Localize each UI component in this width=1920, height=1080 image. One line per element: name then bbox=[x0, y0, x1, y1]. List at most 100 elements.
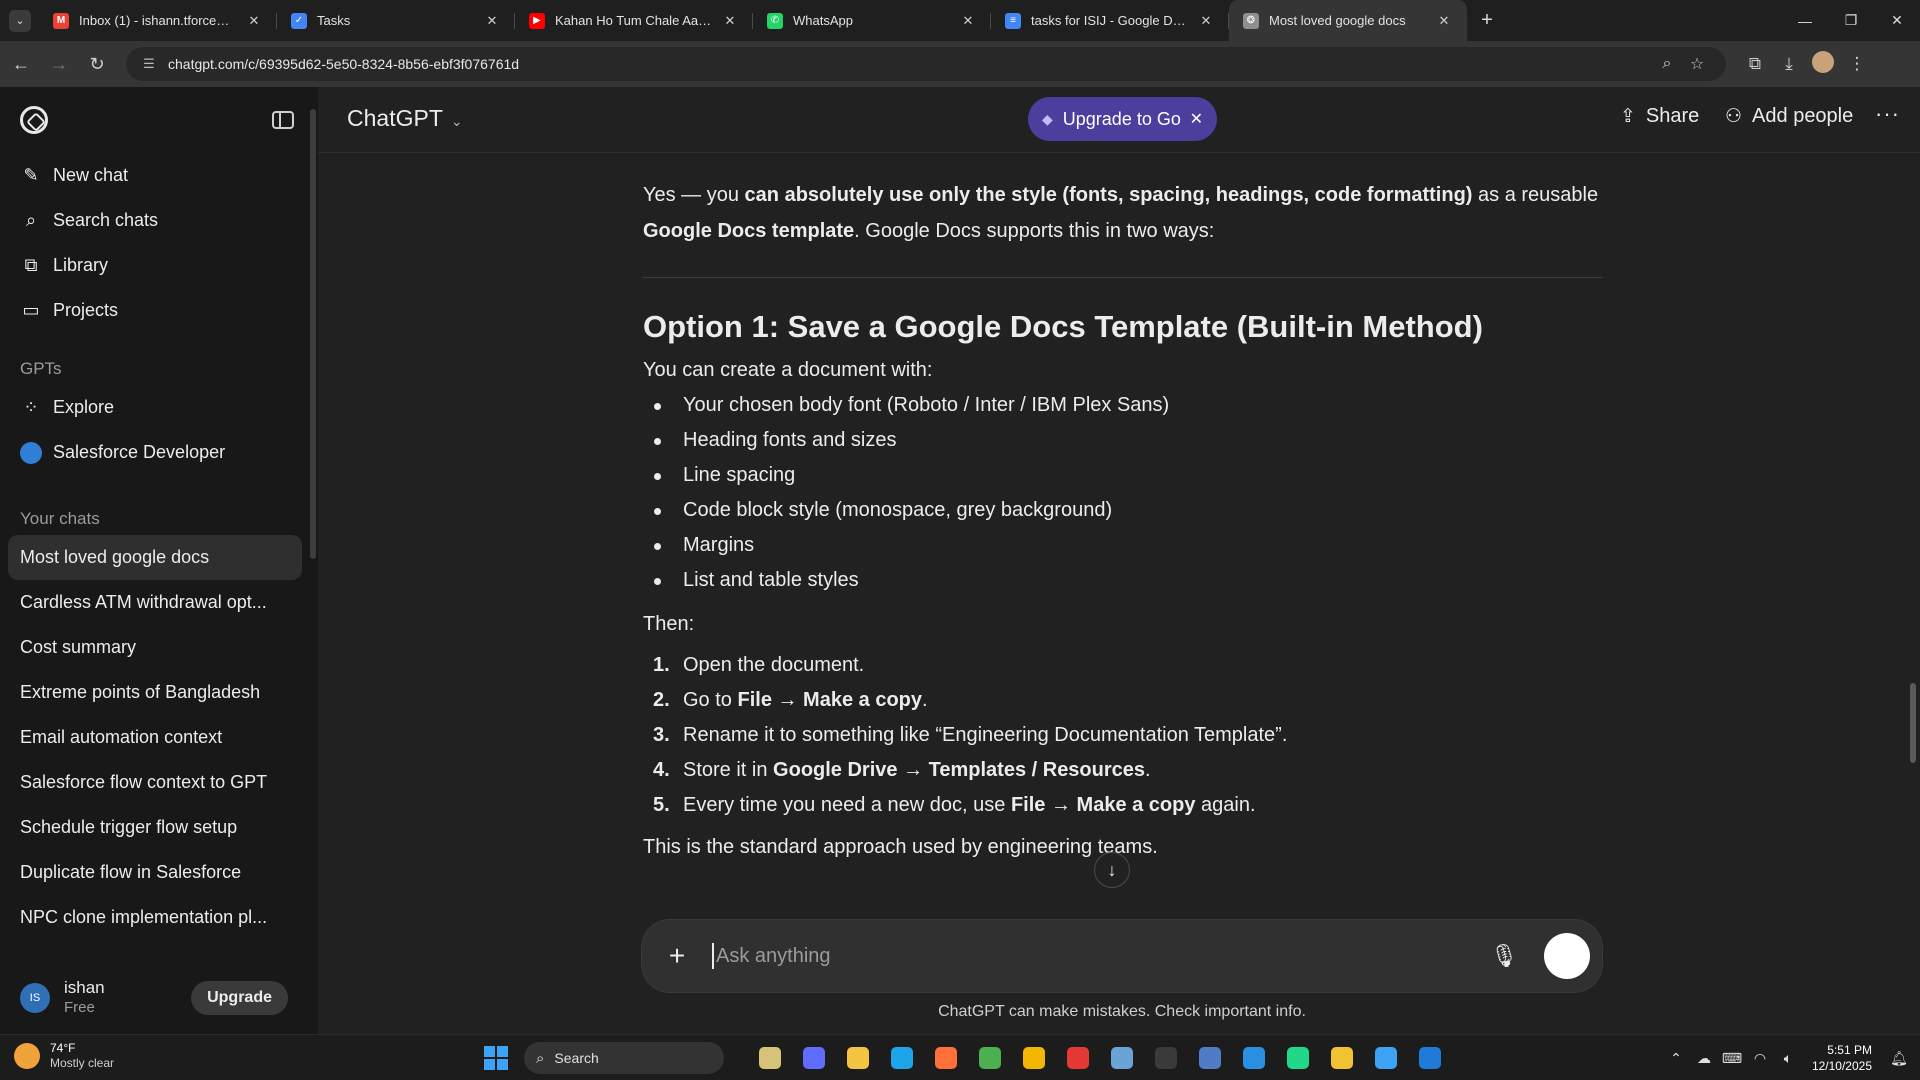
sidebar-item-label: New chat bbox=[53, 165, 129, 185]
wifi-icon[interactable]: ◠ bbox=[1746, 1050, 1774, 1067]
bookmark-star-icon[interactable]: ☆ bbox=[1682, 54, 1712, 74]
chat-history-item[interactable]: Email automation context bbox=[0, 715, 318, 760]
site-info-icon[interactable]: ☰ bbox=[140, 55, 158, 73]
clock-date: 12/10/2025 bbox=[1811, 1059, 1872, 1073]
windows-taskbar: 74°F Mostly clear ⌕ Search ⌃ ☁ ⌨ ◠ 🔈︎ 5:5… bbox=[0, 1034, 1920, 1080]
address-bar[interactable]: ☰ chatgpt.com/c/69395d62-5e50-8324-8b56-… bbox=[126, 47, 1726, 81]
chat-history-item[interactable]: NPC clone implementation pl... bbox=[0, 895, 318, 940]
tab-search-button[interactable]: ⌄ bbox=[9, 9, 31, 32]
sidebar-item-new-chat[interactable]: ✎ New chat bbox=[0, 153, 318, 198]
taskbar-search[interactable]: ⌕ Search bbox=[524, 1042, 724, 1074]
close-tab-icon[interactable]: ✕ bbox=[959, 13, 977, 29]
upgrade-button[interactable]: Upgrade bbox=[191, 981, 288, 1015]
new-tab-button[interactable]: + bbox=[1471, 5, 1503, 37]
step-text: again. bbox=[1195, 794, 1256, 816]
minimize-icon[interactable]: — bbox=[1782, 0, 1828, 41]
chrome-icon[interactable] bbox=[968, 1042, 1012, 1074]
sidebar-item-search-chats[interactable]: ⌕ Search chats bbox=[0, 198, 318, 243]
browser-tab[interactable]: ▶ Kahan Ho Tum Chale Aao [Lyric ✕ bbox=[515, 0, 753, 41]
reload-button[interactable]: ↻ bbox=[80, 47, 114, 81]
forward-button[interactable]: → bbox=[42, 47, 76, 81]
weather-widget[interactable]: 74°F Mostly clear bbox=[14, 1041, 114, 1071]
upgrade-to-go-button[interactable]: ◆ Upgrade to Go ✕ bbox=[1028, 97, 1217, 141]
app-icon[interactable] bbox=[1188, 1042, 1232, 1074]
chat-history-item[interactable]: Cardless ATM withdrawal opt... bbox=[0, 580, 318, 625]
keyboard-icon[interactable]: ⌨ bbox=[1718, 1050, 1746, 1067]
vscode-icon[interactable] bbox=[1232, 1042, 1276, 1074]
media-icon[interactable] bbox=[792, 1042, 836, 1074]
chat-history-item[interactable]: Most loved google docs bbox=[8, 535, 302, 580]
chrome-dev-icon[interactable] bbox=[1012, 1042, 1056, 1074]
microphone-icon[interactable]: 🎙︎ bbox=[1490, 943, 1518, 969]
close-tab-icon[interactable]: ✕ bbox=[1435, 13, 1453, 29]
pycharm-icon[interactable] bbox=[1276, 1042, 1320, 1074]
voice-mode-button[interactable] bbox=[1544, 933, 1590, 979]
browser-tab[interactable]: M Inbox (1) - ishann.tforce@gmail ✕ bbox=[39, 0, 277, 41]
close-tab-icon[interactable]: ✕ bbox=[245, 13, 263, 29]
restore-icon[interactable]: ❐ bbox=[1828, 0, 1874, 41]
more-options-icon[interactable]: ··· bbox=[1875, 101, 1900, 127]
browser-toolbar: ← → ↻ ☰ chatgpt.com/c/69395d62-5e50-8324… bbox=[0, 41, 1920, 87]
files-icon[interactable] bbox=[748, 1042, 792, 1074]
sidebar-scrollbar[interactable] bbox=[308, 87, 318, 1034]
profile-avatar[interactable] bbox=[1806, 50, 1840, 78]
notepad-icon[interactable] bbox=[1364, 1042, 1408, 1074]
scroll-to-bottom-button[interactable]: ↓ bbox=[1094, 852, 1130, 888]
step-number: 3. bbox=[653, 724, 670, 746]
volume-icon[interactable]: 🔈︎ bbox=[1774, 1050, 1802, 1067]
chat-history-item[interactable]: Extreme points of Bangladesh bbox=[0, 670, 318, 715]
chat-history-item[interactable]: Salesforce flow context to GPT bbox=[0, 760, 318, 805]
browser-menu-icon[interactable]: ⋮ bbox=[1840, 54, 1874, 74]
close-window-icon[interactable]: ✕ bbox=[1874, 0, 1920, 41]
chat-history-item[interactable]: Duplicate flow in Salesforce bbox=[0, 850, 318, 895]
remote-desktop-icon[interactable] bbox=[1408, 1042, 1452, 1074]
folder-icon[interactable] bbox=[836, 1042, 880, 1074]
library-icon: ⧉ bbox=[24, 255, 38, 275]
search-icon: ⌕ bbox=[536, 1049, 545, 1067]
close-tab-icon[interactable]: ✕ bbox=[483, 13, 501, 29]
sidebar-item-projects[interactable]: ▭ Projects bbox=[0, 288, 318, 333]
sidebar-item-library[interactable]: ⧉ Library bbox=[0, 243, 318, 288]
share-button[interactable]: ⇪ Share bbox=[1620, 105, 1699, 128]
downloads-icon[interactable]: ⤓ bbox=[1772, 54, 1806, 74]
zoom-icon[interactable]: ⌕ bbox=[1652, 55, 1682, 73]
clock[interactable]: 5:51 PM 12/10/2025 bbox=[1812, 1042, 1872, 1074]
close-tab-icon[interactable]: ✕ bbox=[1197, 13, 1215, 29]
chatgpt-logo-icon[interactable] bbox=[20, 106, 48, 134]
sidebar-item-explore[interactable]: ⁘ Explore bbox=[0, 385, 318, 430]
terminal-icon[interactable] bbox=[1144, 1042, 1188, 1074]
close-tab-icon[interactable]: ✕ bbox=[721, 13, 739, 29]
main-scrollbar[interactable] bbox=[1906, 153, 1920, 1034]
browser-tab[interactable]: ≡ tasks for ISIJ - Google Docs ✕ bbox=[991, 0, 1229, 41]
photos-icon[interactable] bbox=[1100, 1042, 1144, 1074]
close-icon[interactable]: ✕ bbox=[1190, 109, 1203, 129]
chat-history-item[interactable]: Schedule trigger flow setup bbox=[0, 805, 318, 850]
firefox-icon[interactable] bbox=[924, 1042, 968, 1074]
tab-title: WhatsApp bbox=[793, 13, 853, 28]
chat-history-item[interactable]: Cost summary bbox=[0, 625, 318, 670]
model-selector[interactable]: ChatGPT ⌄ bbox=[347, 105, 463, 132]
user-account[interactable]: IS ishan Free Upgrade bbox=[0, 962, 308, 1034]
add-people-label: Add people bbox=[1752, 105, 1854, 127]
browser-tab[interactable]: ❂ Most loved google docs ✕ bbox=[1229, 0, 1467, 41]
prompt-input[interactable]: Ask anything bbox=[712, 943, 1490, 969]
notification-bell-icon[interactable]: 🔔︎ bbox=[1886, 1050, 1912, 1067]
edge-icon[interactable] bbox=[880, 1042, 924, 1074]
back-button[interactable]: ← bbox=[4, 47, 38, 81]
git-icon[interactable] bbox=[1320, 1042, 1364, 1074]
browser-tab[interactable]: ✓ Tasks ✕ bbox=[277, 0, 515, 41]
add-people-button[interactable]: ⚇ Add people bbox=[1725, 105, 1853, 128]
extensions-icon[interactable]: ⧉ bbox=[1738, 54, 1772, 74]
sidebar-toggle-icon[interactable] bbox=[272, 111, 294, 129]
sidebar-item-salesforce-developer[interactable]: Salesforce Developer bbox=[0, 430, 318, 475]
onedrive-icon[interactable]: ☁ bbox=[1690, 1050, 1718, 1067]
start-button[interactable] bbox=[484, 1046, 508, 1070]
avatar[interactable]: IS bbox=[20, 983, 50, 1013]
weather-icon bbox=[14, 1043, 40, 1069]
list-item: Code block style (monospace, grey backgr… bbox=[643, 493, 1603, 528]
chevron-up-icon[interactable]: ⌃ bbox=[1662, 1050, 1690, 1067]
model-name: ChatGPT bbox=[347, 105, 443, 131]
browser-tab[interactable]: ✆ WhatsApp ✕ bbox=[753, 0, 991, 41]
attach-plus-icon[interactable]: + bbox=[662, 940, 692, 972]
chrome-canary-icon[interactable] bbox=[1056, 1042, 1100, 1074]
